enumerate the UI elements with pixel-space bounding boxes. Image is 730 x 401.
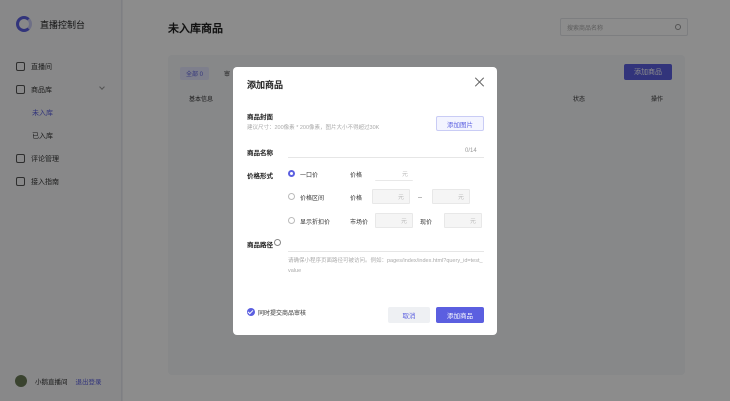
radio-price-range[interactable] — [288, 193, 295, 200]
current-price-label: 现价 — [420, 220, 433, 226]
price-form-label: 价格形式 — [247, 173, 273, 180]
market-price-input[interactable]: 元 — [375, 213, 413, 228]
option-price-range-label: 价格区间 — [300, 196, 325, 202]
product-name-input[interactable] — [288, 157, 484, 158]
audit-checkbox-label: 同时提交商品审核 — [258, 311, 307, 317]
market-price-label: 市场价 — [350, 220, 369, 226]
submit-button[interactable]: 添加商品 — [436, 307, 484, 323]
option-discount-label: 显示折扣价 — [300, 220, 331, 226]
name-char-counter: 0/14 — [465, 148, 477, 154]
fixed-price-input[interactable]: 元 — [375, 166, 413, 181]
range-min-input[interactable]: 元 — [372, 189, 410, 204]
path-placeholder: 请确保小程序页面路径可被访问。例如：pages/index/index.html… — [288, 258, 483, 274]
cancel-button[interactable]: 取消 — [388, 307, 430, 323]
add-image-button[interactable]: 添加图片 — [436, 116, 484, 131]
cover-hint: 建议尺寸：200像素 * 200像素，图片大小不得超过30K — [247, 125, 380, 131]
name-label: 商品名称 — [247, 150, 273, 157]
radio-fixed-price[interactable] — [288, 170, 295, 177]
radio-discount-price[interactable] — [288, 217, 295, 224]
audit-checkbox[interactable] — [247, 308, 255, 316]
add-product-dialog: 添加商品 商品封面 建议尺寸：200像素 * 200像素，图片大小不得超过30K… — [233, 67, 497, 335]
range-separator — [418, 197, 422, 198]
path-label: 商品路径 — [247, 242, 273, 249]
product-path-input[interactable] — [288, 251, 484, 252]
cover-label: 商品封面 — [247, 114, 273, 121]
option-fixed-price-label: 一口价 — [300, 173, 319, 179]
price-label: 价格 — [350, 173, 363, 179]
range-price-label: 价格 — [350, 196, 363, 202]
range-max-input[interactable]: 元 — [432, 189, 470, 204]
info-icon[interactable] — [274, 239, 281, 246]
current-price-input[interactable]: 元 — [444, 213, 482, 228]
dialog-title: 添加商品 — [247, 80, 284, 90]
close-icon[interactable] — [474, 76, 486, 88]
